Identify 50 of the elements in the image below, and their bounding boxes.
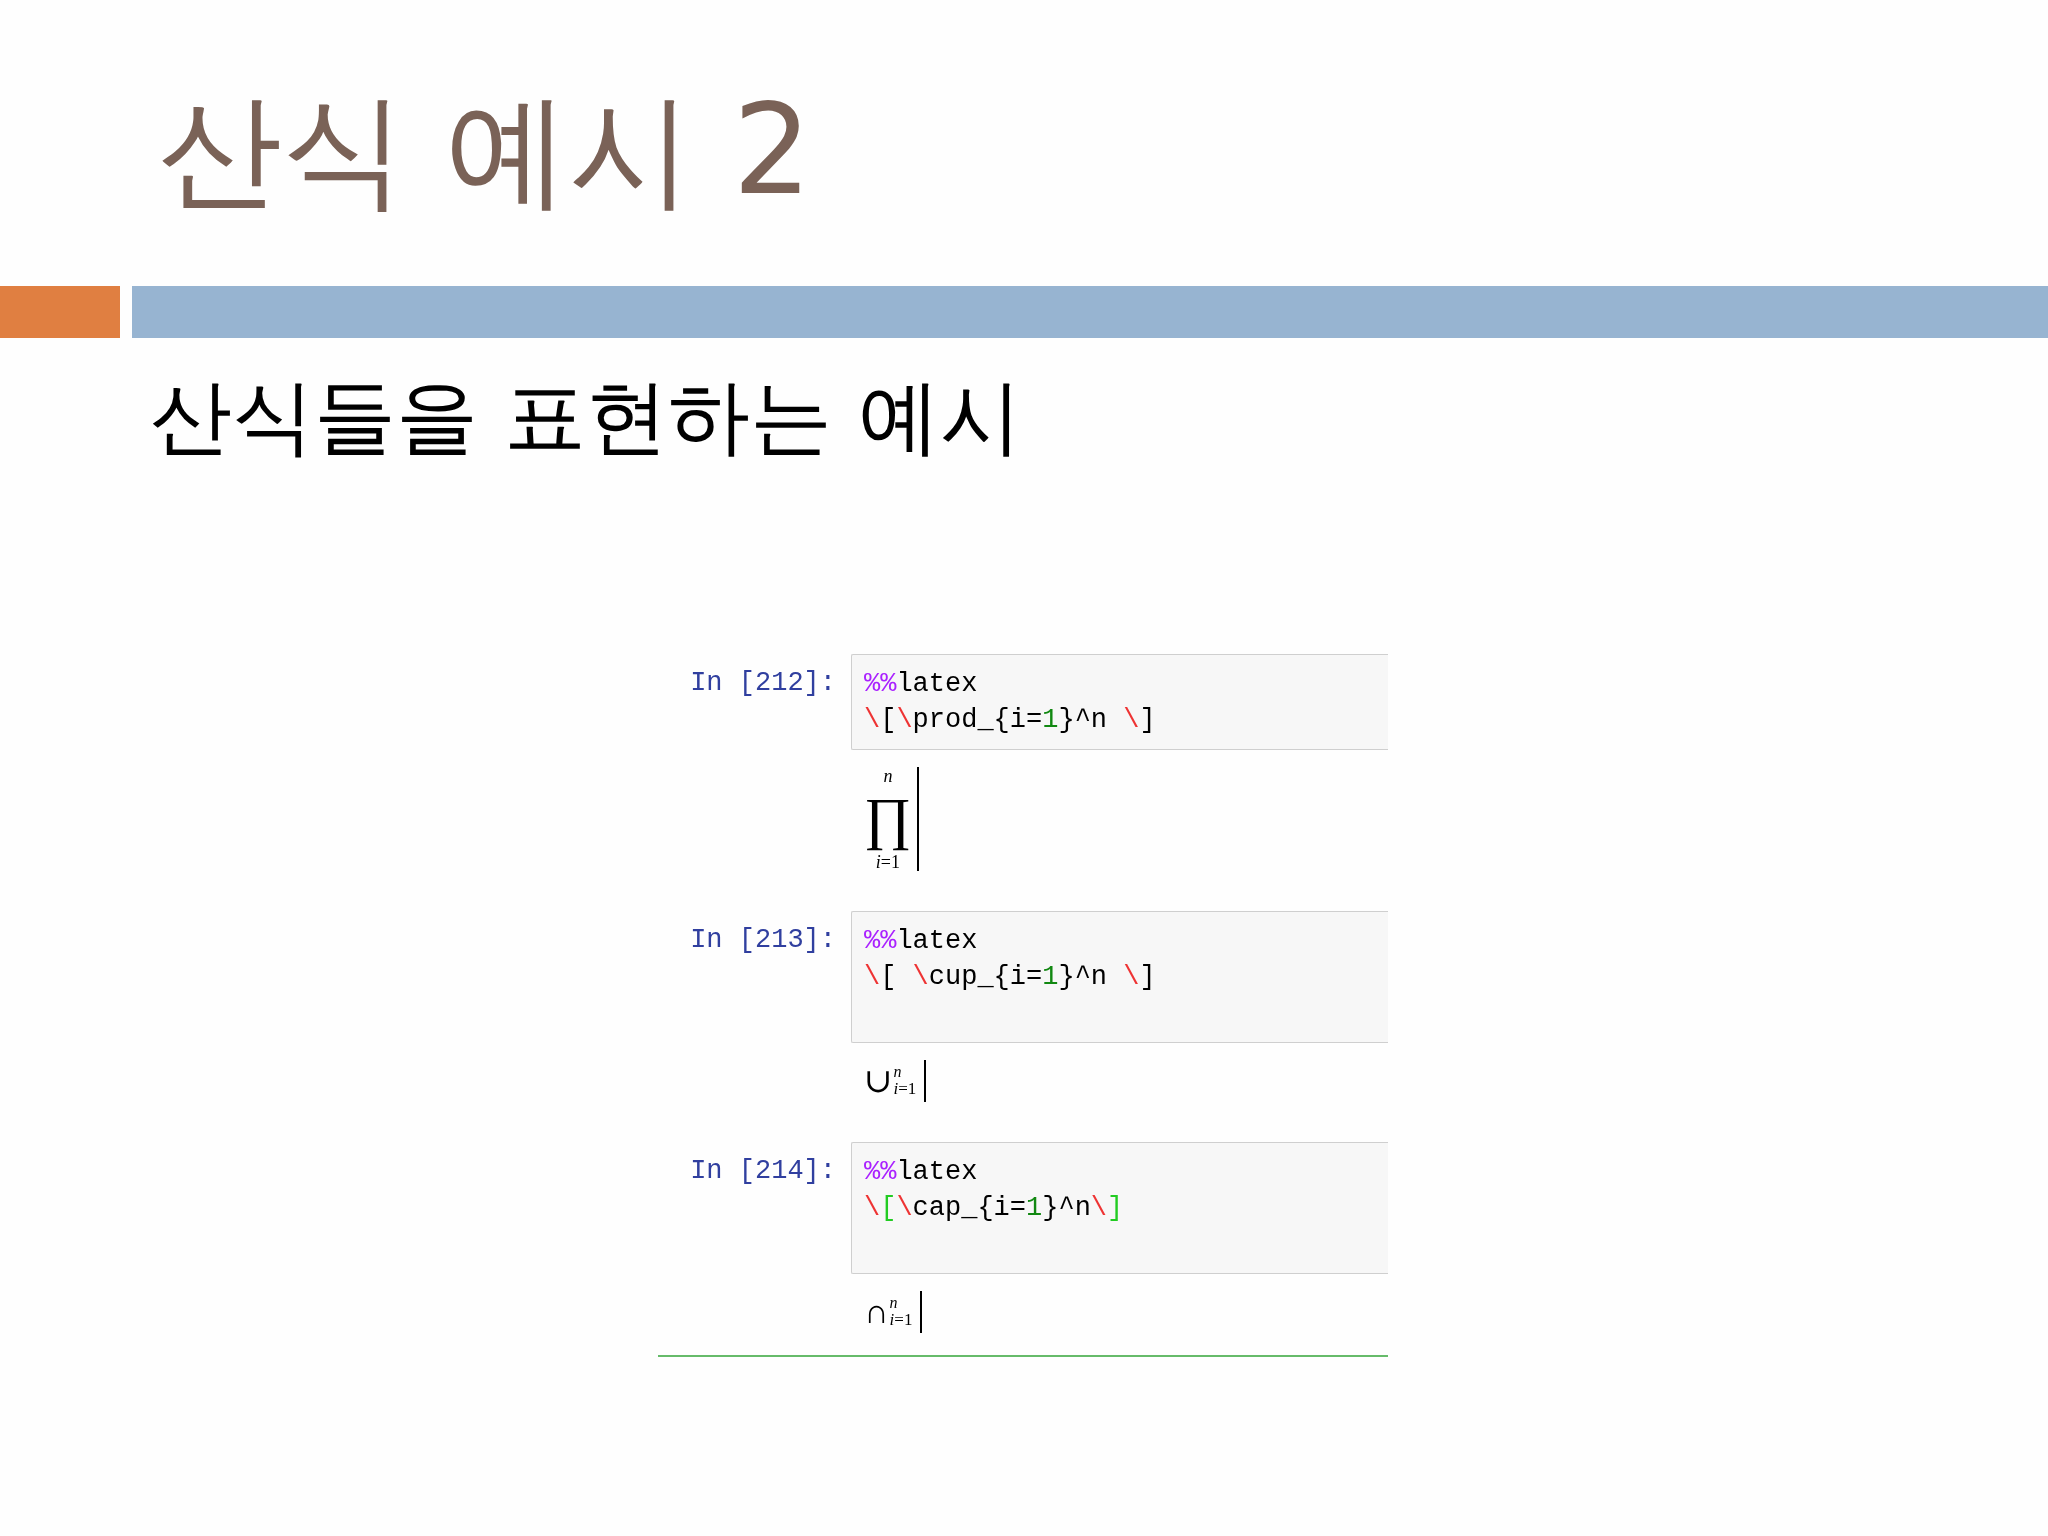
code-editor[interactable]: %%latex \[\prod_{i=1}^n \] bbox=[851, 654, 1388, 750]
code-token: \ bbox=[896, 705, 913, 735]
code-token: cup_{i= bbox=[928, 962, 1043, 992]
text-cursor-icon bbox=[924, 1060, 927, 1102]
code-token: %% bbox=[864, 669, 897, 699]
code-token: \ bbox=[1123, 705, 1140, 735]
cell-prompt: In [212]: bbox=[690, 668, 836, 698]
code-token: \ bbox=[896, 1193, 913, 1223]
code-editor[interactable]: %%latex \[ \cup_{i=1}^n \] bbox=[851, 911, 1388, 1043]
code-token: \ bbox=[1090, 1193, 1108, 1223]
code-token: latex bbox=[896, 926, 978, 956]
code-token: }^n bbox=[1042, 1193, 1091, 1223]
math-subscript: i=1 bbox=[893, 1080, 917, 1098]
cell-prompt: In [214]: bbox=[690, 1156, 836, 1186]
code-token: \ bbox=[864, 962, 881, 992]
code-token: prod_{i= bbox=[912, 705, 1043, 735]
slide-title: 산식 예시 2 bbox=[158, 77, 812, 224]
code-token: 1 bbox=[1026, 1193, 1043, 1223]
text-cursor-icon bbox=[916, 767, 919, 871]
code-token: \ bbox=[864, 705, 881, 735]
code-token: latex bbox=[896, 669, 978, 699]
code-token: 1 bbox=[1042, 705, 1059, 735]
math-operator: ∏ bbox=[864, 785, 912, 853]
code-token: [ bbox=[880, 962, 898, 992]
code-editor[interactable]: %%latex \[\cap_{i=1}^n\] bbox=[851, 1142, 1388, 1274]
text-cursor-icon bbox=[920, 1291, 923, 1333]
code-token: %% bbox=[864, 926, 897, 956]
code-token: ] bbox=[1139, 962, 1156, 992]
math-superscript: n bbox=[893, 1064, 903, 1080]
code-token: 1 bbox=[1042, 962, 1059, 992]
math-superscript: n bbox=[889, 1295, 899, 1311]
slide-subtitle: 산식들을 표현하는 예시 bbox=[150, 368, 1023, 466]
code-token: %% bbox=[864, 1157, 897, 1187]
code-token: cap_{i= bbox=[912, 1193, 1027, 1223]
math-subscript: i=1 bbox=[875, 853, 900, 871]
code-token: [ bbox=[880, 1193, 897, 1223]
math-superscript: n bbox=[883, 767, 893, 785]
code-token: }^n bbox=[1058, 705, 1109, 735]
math-operator: ∪ bbox=[864, 1061, 893, 1101]
code-token: \ bbox=[1123, 962, 1140, 992]
cell-prompt: In [213]: bbox=[690, 925, 836, 955]
code-token: [ bbox=[880, 705, 897, 735]
math-operator: ∩ bbox=[864, 1292, 889, 1332]
math-subscript: i=1 bbox=[889, 1311, 913, 1329]
code-token: latex bbox=[896, 1157, 978, 1187]
code-token: ] bbox=[1139, 705, 1156, 735]
code-token: \ bbox=[864, 1193, 881, 1223]
code-token: \ bbox=[912, 962, 929, 992]
code-token: }^n bbox=[1058, 962, 1109, 992]
code-token: ] bbox=[1107, 1193, 1124, 1223]
